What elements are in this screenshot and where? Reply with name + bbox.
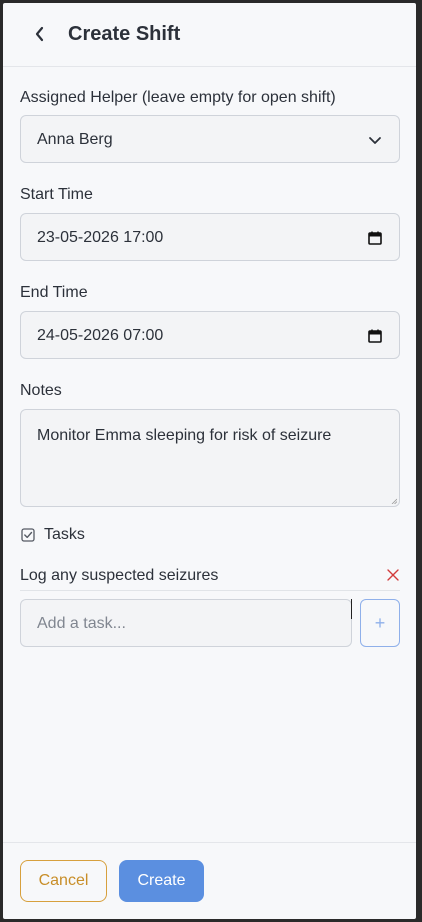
add-task-button[interactable]: + <box>360 599 400 647</box>
footer: Cancel Create <box>3 842 416 919</box>
tasks-heading-label: Tasks <box>44 526 85 543</box>
end-time-value: 24-05-2026 07:00 <box>37 327 164 344</box>
helper-select[interactable]: Anna Berg <box>20 115 400 163</box>
start-time-label: Start Time <box>20 186 93 203</box>
page-title: Create Shift <box>68 23 181 45</box>
checkbox-icon <box>21 528 35 542</box>
start-time-value: 23-05-2026 17:00 <box>37 229 164 246</box>
calendar-icon[interactable] <box>367 328 383 344</box>
notes-value: Monitor Emma sleeping for risk of seizur… <box>37 427 332 444</box>
resize-grip-icon[interactable] <box>391 498 397 504</box>
add-task-input[interactable]: Add a task... <box>20 599 352 647</box>
chevron-down-icon <box>369 137 381 144</box>
header: Create Shift <box>3 3 416 67</box>
calendar-icon[interactable] <box>367 230 383 246</box>
back-button[interactable] <box>28 22 52 46</box>
cancel-button[interactable]: Cancel <box>20 860 107 902</box>
start-time-input[interactable]: 23-05-2026 17:00 <box>20 213 400 261</box>
text-caret <box>351 599 352 619</box>
notes-textarea[interactable]: Monitor Emma sleeping for risk of seizur… <box>20 409 400 507</box>
end-time-label: End Time <box>20 284 88 301</box>
create-button[interactable]: Create <box>119 860 204 902</box>
task-item-label: Log any suspected seizures <box>20 567 219 584</box>
notes-label: Notes <box>20 382 62 399</box>
chevron-left-icon <box>35 26 44 42</box>
tasks-heading: Tasks <box>20 526 85 544</box>
helper-label: Assigned Helper (leave empty for open sh… <box>20 89 336 106</box>
create-shift-panel: Create Shift Assigned Helper (leave empt… <box>3 3 416 919</box>
helper-select-value: Anna Berg <box>37 131 113 148</box>
add-task-placeholder: Add a task... <box>37 615 126 632</box>
task-item: Log any suspected seizures <box>20 560 400 591</box>
end-time-input[interactable]: 24-05-2026 07:00 <box>20 311 400 359</box>
close-icon[interactable] <box>386 568 400 582</box>
